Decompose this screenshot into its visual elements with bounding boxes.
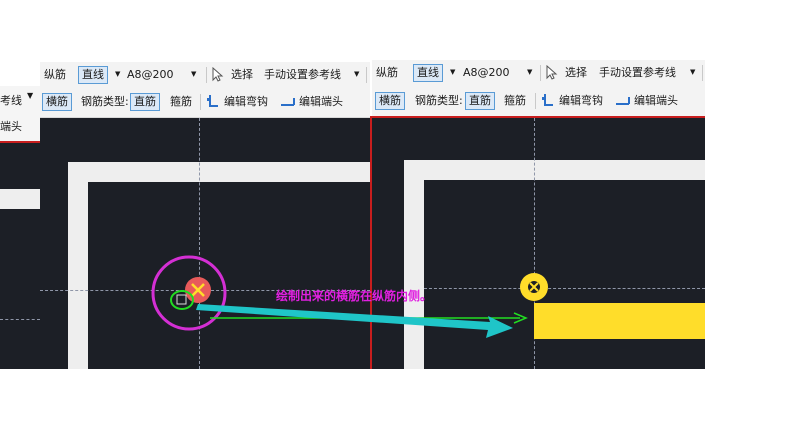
cursor-icon: [176, 294, 187, 305]
annotation-overlay: [151, 255, 528, 338]
annotation-text: 绘制出来的横筋在纵筋内侧。: [276, 289, 433, 303]
teal-arrow: [196, 304, 513, 338]
